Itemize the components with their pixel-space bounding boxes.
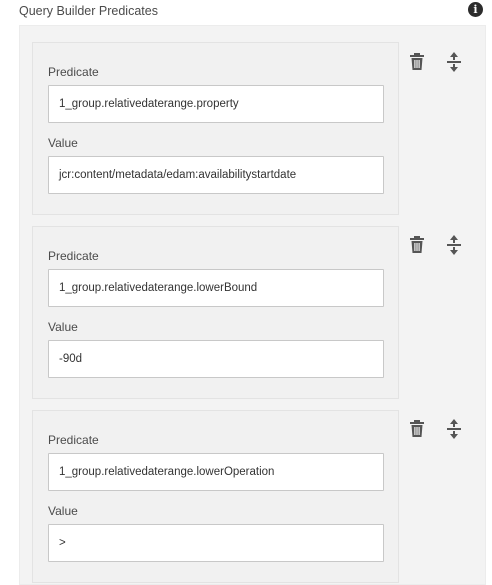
predicate-input[interactable]: 1_group.relativedaterange.property: [48, 85, 384, 123]
info-icon[interactable]: i: [468, 2, 483, 17]
value-label: Value: [48, 504, 78, 518]
reorder-icon[interactable]: [444, 51, 464, 73]
predicate-item: Predicate 1_group.relativedaterange.prop…: [32, 42, 399, 215]
predicate-input[interactable]: 1_group.relativedaterange.lowerOperation: [48, 453, 384, 491]
value-input[interactable]: >: [48, 524, 384, 562]
value-input[interactable]: -90d: [48, 340, 384, 378]
predicate-label: Predicate: [48, 249, 99, 263]
page-title: Query Builder Predicates: [19, 4, 158, 18]
predicate-item: Predicate 1_group.relativedaterange.lowe…: [32, 410, 399, 583]
trash-icon[interactable]: [407, 51, 427, 73]
trash-icon[interactable]: [407, 418, 427, 440]
value-label: Value: [48, 136, 78, 150]
predicates-panel: Predicate 1_group.relativedaterange.prop…: [19, 25, 486, 585]
trash-icon[interactable]: [407, 234, 427, 256]
predicate-label: Predicate: [48, 65, 99, 79]
value-label: Value: [48, 320, 78, 334]
header: Query Builder Predicates i: [19, 0, 486, 24]
predicate-input[interactable]: 1_group.relativedaterange.lowerBound: [48, 269, 384, 307]
reorder-icon[interactable]: [444, 418, 464, 440]
value-input[interactable]: jcr:content/metadata/edam:availabilityst…: [48, 156, 384, 194]
predicate-item: Predicate 1_group.relativedaterange.lowe…: [32, 226, 399, 399]
predicate-label: Predicate: [48, 433, 99, 447]
reorder-icon[interactable]: [444, 234, 464, 256]
